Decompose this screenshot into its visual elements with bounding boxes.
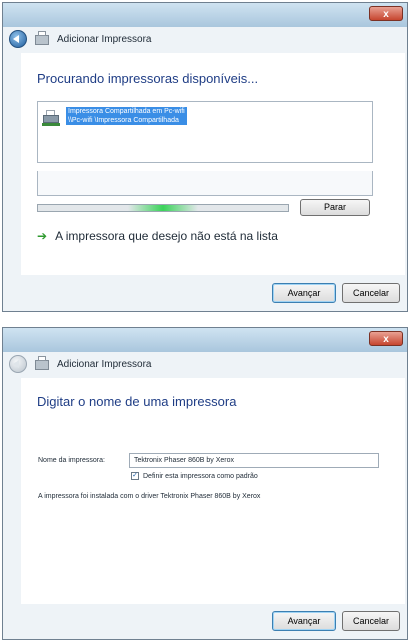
add-printer-window-searching: x Adicionar Impressora Procurando impres… bbox=[2, 2, 408, 312]
default-printer-option[interactable]: ✓ Definir esta impressora como padrão bbox=[131, 472, 258, 480]
printer-name-line: Impressora Compartilhada em Pc-wifi bbox=[68, 108, 185, 115]
list-footer bbox=[37, 171, 373, 196]
printer-icon bbox=[35, 31, 49, 45]
printer-not-listed-text: A impressora que desejo não está na list… bbox=[55, 229, 278, 243]
wizard-content: Digitar o nome de uma impressora Nome da… bbox=[21, 378, 405, 604]
wizard-content: Procurando impressoras disponíveis... Im… bbox=[21, 53, 405, 275]
navigation-bar: Adicionar Impressora bbox=[3, 27, 407, 53]
driver-info-text: A impressora foi instalada com o driver … bbox=[38, 493, 261, 500]
page-heading: Digitar o nome de uma impressora bbox=[37, 394, 237, 409]
stop-button[interactable]: Parar bbox=[300, 199, 370, 216]
printer-list[interactable]: Impressora Compartilhada em Pc-wifi \\Pc… bbox=[37, 101, 373, 163]
printer-path-line: \\Pc-wifi \Impressora Compartilhada bbox=[68, 117, 179, 124]
printer-not-listed-link[interactable]: ➔ A impressora que desejo não está na li… bbox=[37, 229, 278, 243]
page-heading: Procurando impressoras disponíveis... bbox=[37, 71, 259, 86]
search-progress-bar bbox=[37, 204, 289, 212]
network-printer-icon bbox=[42, 109, 62, 127]
wizard-title: Adicionar Impressora bbox=[57, 359, 152, 370]
list-item-text: Impressora Compartilhada em Pc-wifi \\Pc… bbox=[66, 107, 187, 125]
printer-icon bbox=[35, 356, 49, 370]
navigation-bar: Adicionar Impressora bbox=[3, 352, 407, 378]
button-bar: Avançar Cancelar bbox=[3, 603, 407, 639]
close-button[interactable]: x bbox=[369, 6, 403, 21]
title-bar: x bbox=[3, 328, 407, 352]
progress-glow bbox=[128, 205, 198, 211]
default-printer-label: Definir esta impressora como padrão bbox=[143, 472, 258, 480]
title-bar: x bbox=[3, 3, 407, 27]
cancel-button[interactable]: Cancelar bbox=[342, 283, 400, 303]
button-bar: Avançar Cancelar bbox=[3, 275, 407, 311]
next-button[interactable]: Avançar bbox=[272, 283, 336, 303]
printer-name-input[interactable]: Tektronix Phaser 860B by Xerox bbox=[129, 453, 379, 468]
add-printer-window-name: x Adicionar Impressora Digitar o nome de… bbox=[2, 327, 408, 640]
back-arrow-icon[interactable] bbox=[9, 355, 27, 373]
list-item-shared-printer[interactable]: Impressora Compartilhada em Pc-wifi \\Pc… bbox=[42, 107, 187, 127]
green-arrow-icon: ➔ bbox=[37, 229, 48, 243]
default-printer-checkbox[interactable]: ✓ bbox=[131, 472, 139, 480]
back-arrow-icon[interactable] bbox=[9, 30, 27, 48]
next-button[interactable]: Avançar bbox=[272, 611, 336, 631]
cancel-button[interactable]: Cancelar bbox=[342, 611, 400, 631]
close-button[interactable]: x bbox=[369, 331, 403, 346]
printer-name-label: Nome da impressora: bbox=[38, 457, 105, 464]
wizard-title: Adicionar Impressora bbox=[57, 34, 152, 45]
